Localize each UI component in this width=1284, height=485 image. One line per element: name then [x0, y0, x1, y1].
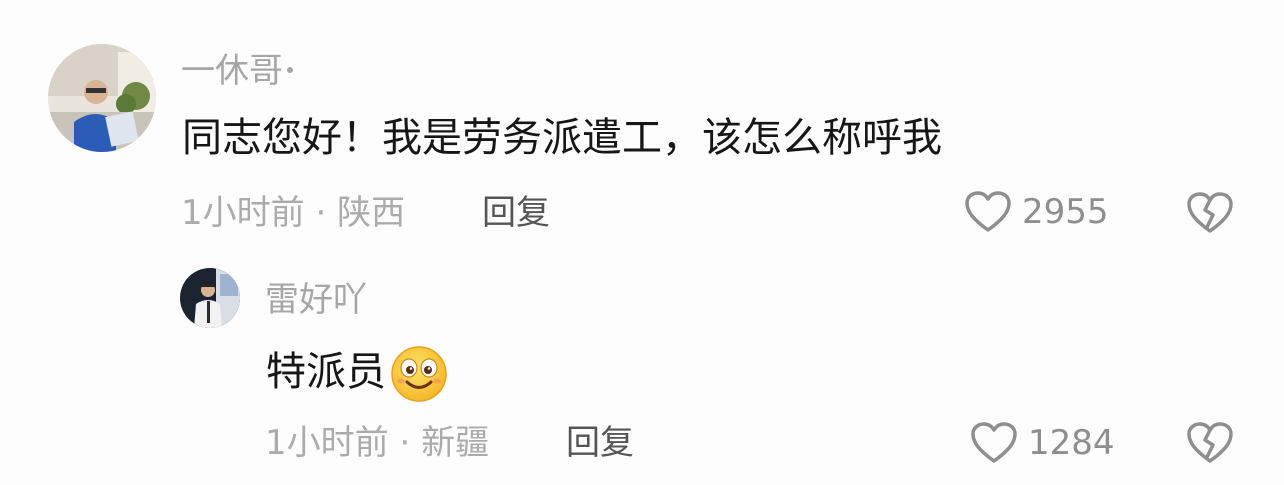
timestamp: 1小时前 — [265, 423, 389, 463]
like-count: 1284 — [1028, 423, 1115, 463]
like-button[interactable]: 1284 — [970, 421, 1115, 465]
username-text[interactable]: 一休哥 — [181, 51, 283, 91]
meta-separator: · — [315, 193, 327, 233]
avatar[interactable] — [48, 44, 156, 152]
broken-heart-icon — [1187, 192, 1233, 233]
timestamp: 1小时前 — [181, 193, 305, 233]
like-button[interactable]: 2955 — [964, 190, 1109, 234]
dislike-button[interactable] — [1186, 191, 1234, 239]
meta-separator: · — [399, 423, 411, 463]
heart-outline-icon — [971, 422, 1017, 463]
heart-outline-icon — [965, 191, 1011, 232]
comment-text: 特派员 — [266, 345, 448, 403]
username[interactable]: 雷好吖 — [265, 280, 367, 320]
avatar[interactable] — [180, 268, 240, 328]
comment-text: 同志您好！我是劳务派遣工，该怎么称呼我 — [182, 115, 942, 161]
username[interactable]: 一休哥 — [181, 51, 293, 91]
reply-button[interactable]: 回复 — [482, 193, 550, 233]
broken-heart-icon — [1187, 422, 1233, 463]
reply-button[interactable]: 回复 — [566, 423, 634, 463]
comment-meta: 1小时前 · 新疆 — [265, 423, 489, 463]
smiling-face-emoji — [391, 346, 447, 402]
comment-text-content: 特派员 — [266, 349, 386, 395]
dot-separator — [287, 66, 293, 73]
location: 陕西 — [337, 193, 406, 233]
like-count: 2955 — [1022, 192, 1109, 232]
location: 新疆 — [421, 423, 490, 463]
dislike-button[interactable] — [1186, 421, 1234, 469]
comment-meta: 1小时前 · 陕西 — [181, 193, 405, 233]
